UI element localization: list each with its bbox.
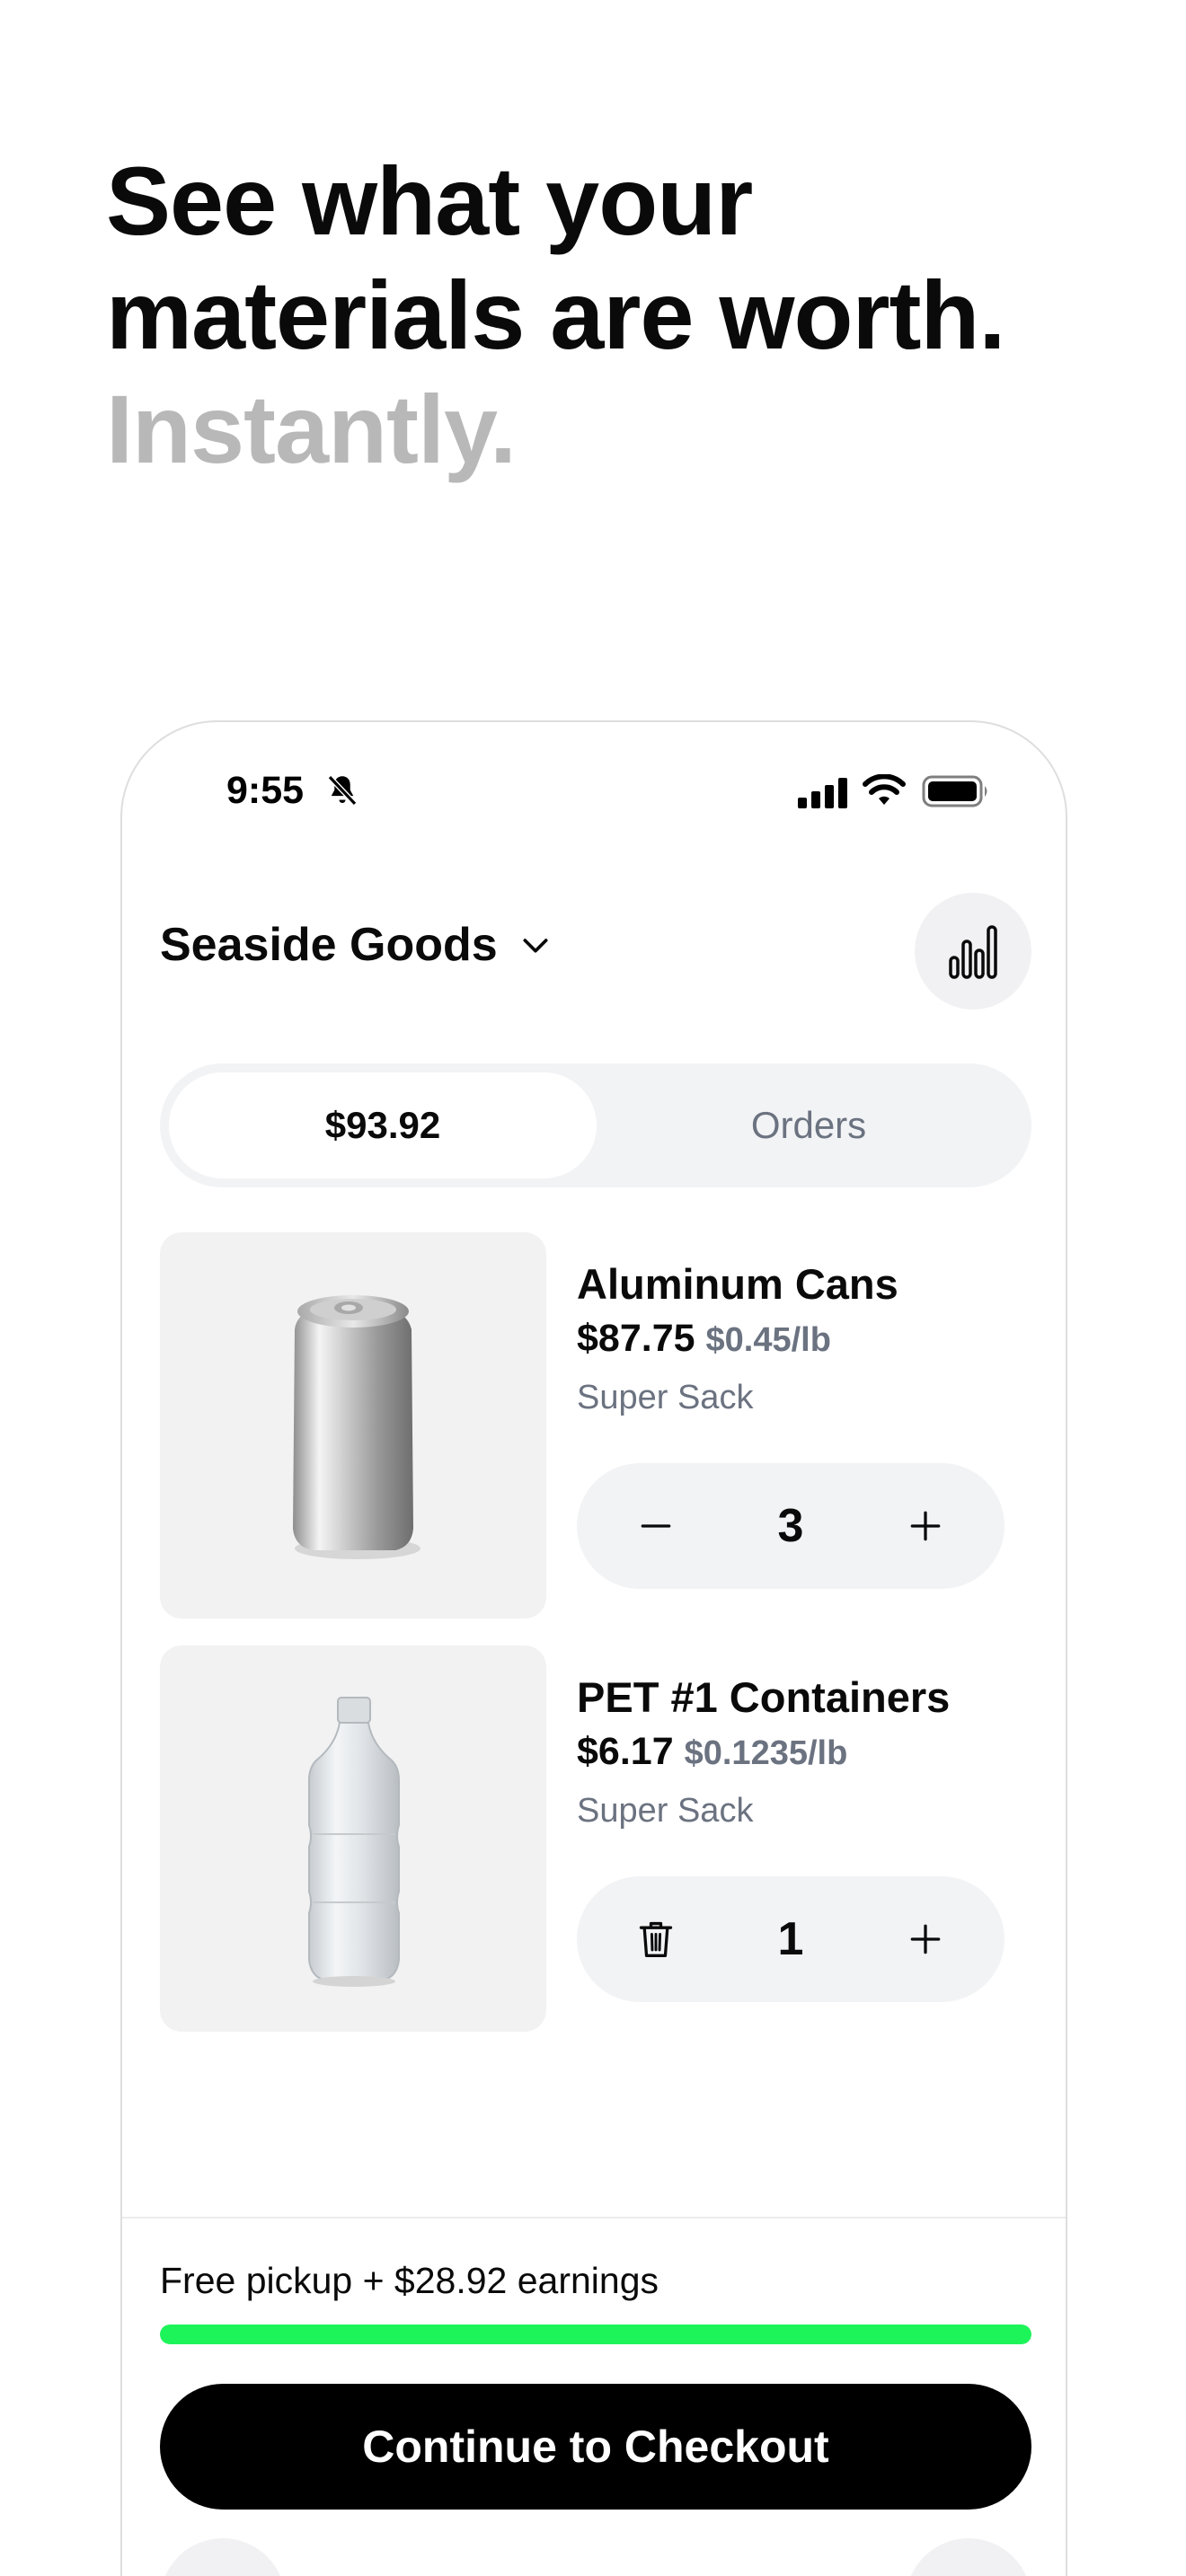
bottom-left-button[interactable] <box>160 2538 286 2576</box>
tab-switcher: $93.92 Orders <box>160 1063 1031 1187</box>
quantity-stepper: 1 <box>577 1876 1005 2002</box>
store-name: Seaside Goods <box>160 919 498 971</box>
price-row: $87.75 $0.45/lb <box>577 1317 1031 1361</box>
wifi-icon <box>863 774 906 805</box>
item-name: PET #1 Containers <box>577 1673 951 1721</box>
item-price: $87.75 <box>577 1317 695 1360</box>
status-time: 9:55 <box>226 769 305 812</box>
cart-item-aluminum-cans: Aluminum Cans $87.75 $0.45/lb Super Sack… <box>160 1232 1031 1619</box>
remove-item-button[interactable] <box>593 1876 719 2002</box>
bell-slash-icon <box>327 775 358 806</box>
pickup-progress-fill <box>160 2325 1031 2344</box>
chevron-down-icon <box>523 939 548 953</box>
status-bar: 9:55 <box>122 722 1066 830</box>
cart-item-pet-containers: PET #1 Containers $6.17 $0.1235/lb Super… <box>160 1645 1031 2032</box>
quantity-value: 1 <box>777 1913 804 1965</box>
battery-icon <box>922 775 987 807</box>
item-price: $6.17 <box>577 1730 674 1773</box>
headline-line-1: See what your <box>106 146 753 255</box>
item-info: PET #1 Containers $6.17 $0.1235/lb Super… <box>577 1672 1031 1831</box>
plastic-bottle-image <box>160 1645 546 2032</box>
aluminum-can-image <box>160 1232 546 1619</box>
bar-chart-icon <box>949 925 997 979</box>
tab-cart-total[interactable]: $93.92 <box>169 1072 597 1178</box>
increment-button[interactable] <box>863 1876 988 2002</box>
tab-orders[interactable]: Orders <box>595 1072 1022 1178</box>
increment-button[interactable] <box>863 1463 988 1589</box>
item-unit-price: $0.1235/lb <box>684 1734 848 1772</box>
item-info: Aluminum Cans $87.75 $0.45/lb Super Sack <box>577 1259 1031 1417</box>
decrement-button[interactable] <box>593 1463 719 1589</box>
checkout-footer: Free pickup + $28.92 earnings Continue t… <box>122 2217 1066 2576</box>
minus-icon <box>641 1524 671 1528</box>
pickup-progress-bar <box>160 2325 1031 2344</box>
quantity-stepper: 3 <box>577 1463 1005 1589</box>
item-name: Aluminum Cans <box>577 1260 898 1308</box>
item-unit-price: $0.45/lb <box>705 1321 831 1359</box>
cellular-signal-icon <box>798 778 847 808</box>
store-header: Seaside Goods <box>160 893 1031 1010</box>
headline-line-2: materials are worth. <box>106 260 1005 369</box>
pickup-earnings-text: Free pickup + $28.92 earnings <box>160 2260 659 2301</box>
plus-icon <box>910 1924 941 1954</box>
store-selector[interactable]: Seaside Goods <box>160 918 553 972</box>
price-row: $6.17 $0.1235/lb <box>577 1730 1031 1774</box>
plus-icon <box>910 1511 941 1541</box>
continue-to-checkout-button[interactable]: Continue to Checkout <box>160 2384 1031 2510</box>
bottom-right-button[interactable] <box>906 2538 1031 2576</box>
stats-button[interactable] <box>915 893 1031 1010</box>
phone-frame: 9:55 Seaside Goods $93.92 Orders Aluminu… <box>120 720 1067 2576</box>
headline-line-3: Instantly. <box>106 375 517 483</box>
item-container: Super Sack <box>577 1379 754 1416</box>
quantity-value: 3 <box>777 1500 804 1552</box>
item-container: Super Sack <box>577 1792 754 1830</box>
trash-icon <box>639 1921 673 1957</box>
marketing-headline: See what your materials are worth. Insta… <box>106 144 1112 486</box>
